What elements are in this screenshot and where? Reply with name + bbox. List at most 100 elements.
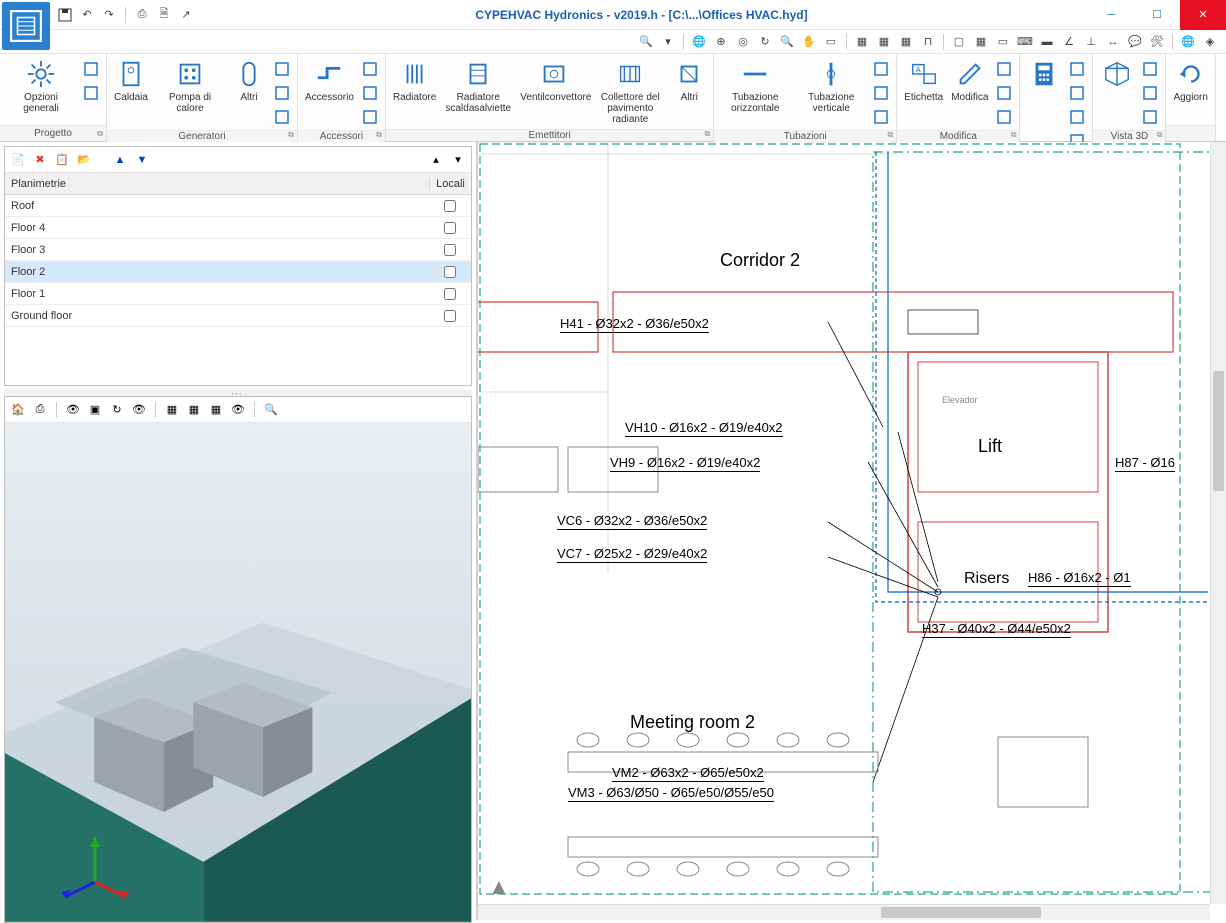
small-1[interactable]	[80, 58, 102, 80]
pipe-tag[interactable]: VH10 - Ø16x2 - Ø19/e40x2	[625, 420, 783, 437]
maximize-button[interactable]: ☐	[1134, 0, 1180, 30]
small-a1[interactable]	[359, 58, 381, 80]
accessorio[interactable]: Accessorio	[302, 56, 357, 105]
altri-gen[interactable]: Altri	[229, 56, 269, 105]
refresh-icon[interactable]: ↻	[755, 32, 775, 52]
floor-row[interactable]: Ground floor	[5, 305, 471, 327]
sc3[interactable]	[1066, 106, 1088, 128]
floor-row[interactable]: Floor 1	[5, 283, 471, 305]
vista3d[interactable]	[1097, 56, 1137, 94]
pipe-tag[interactable]: VM2 - Ø63x2 - Ø65/e50x2	[612, 765, 764, 782]
save-icon[interactable]	[56, 6, 74, 24]
radiatore[interactable]: Radiatore	[390, 56, 439, 105]
pipe-tag[interactable]: H87 - Ø16	[1115, 455, 1175, 472]
grid-icon[interactable]: ▦	[971, 32, 991, 52]
modifica[interactable]: Modifica	[948, 56, 991, 105]
vertical-scrollbar[interactable]	[1210, 142, 1226, 904]
floor-locali-checkbox[interactable]	[444, 288, 456, 300]
move-up-icon[interactable]: ▲	[111, 151, 129, 169]
move-down-icon[interactable]: ▼	[133, 151, 151, 169]
small-t1[interactable]	[870, 58, 892, 80]
small-a2[interactable]	[359, 82, 381, 104]
view3d-home-icon[interactable]: 🏠	[9, 401, 27, 419]
floor-row[interactable]: Roof	[5, 195, 471, 217]
help-globe-icon[interactable]: 🌐	[1178, 32, 1198, 52]
ruler-icon[interactable]: ▬	[1037, 32, 1057, 52]
pipe-tag[interactable]: VM3 - Ø63/Ø50 - Ø65/e50/Ø55/e50	[568, 785, 774, 802]
magnet-icon[interactable]: ⊓	[918, 32, 938, 52]
floor-row[interactable]: Floor 2	[5, 261, 471, 283]
pan-icon[interactable]: ✋	[799, 32, 819, 52]
view3d-rotate-icon[interactable]: ↻	[108, 401, 126, 419]
snap3-icon[interactable]: ▭	[993, 32, 1013, 52]
scalda[interactable]: Radiatore scaldasalviette	[441, 56, 515, 116]
floor-row[interactable]: Floor 4	[5, 217, 471, 239]
sc2[interactable]	[1066, 82, 1088, 104]
small-g2[interactable]	[271, 82, 293, 104]
floor-locali-checkbox[interactable]	[444, 310, 456, 322]
plan-view-pane[interactable]: Corridor 2LiftElevadorRisersMeeting room…	[478, 142, 1226, 920]
floor-locali-checkbox[interactable]	[444, 244, 456, 256]
minimize-button[interactable]: ─	[1088, 0, 1134, 30]
layer1-icon[interactable]: ▦	[852, 32, 872, 52]
tub-oriz[interactable]: Tubazione orizzontale	[718, 56, 792, 116]
nav-icon[interactable]: ⊕	[711, 32, 731, 52]
view3d-eye-icon[interactable]: 👁	[130, 401, 148, 419]
select-icon[interactable]: ▭	[821, 32, 841, 52]
small-g1[interactable]	[271, 58, 293, 80]
horizontal-scrollbar[interactable]	[478, 904, 1210, 920]
floor-locali-checkbox[interactable]	[444, 222, 456, 234]
find-icon[interactable]: 🔍	[636, 32, 656, 52]
view3d-l3-icon[interactable]: ▦	[207, 401, 225, 419]
copy-icon[interactable]: 📋	[53, 151, 71, 169]
pipe-tag[interactable]: H41 - Ø32x2 - Ø36/e50x2	[560, 316, 709, 333]
view3d-canvas[interactable]	[5, 423, 471, 922]
sm-m3[interactable]	[993, 106, 1015, 128]
view3d-print-icon[interactable]: ⎙	[31, 401, 49, 419]
floor-locali-checkbox[interactable]	[444, 200, 456, 212]
sv2[interactable]	[1139, 82, 1161, 104]
kbd-icon[interactable]: ⌨	[1015, 32, 1035, 52]
sm-m2[interactable]	[993, 82, 1015, 104]
floor-row[interactable]: Floor 3	[5, 239, 471, 261]
delete-icon[interactable]: ✖	[31, 151, 49, 169]
pipe-tag[interactable]: H86 - Ø16x2 - Ø1	[1028, 570, 1131, 587]
pipe-tag[interactable]: VC6 - Ø32x2 - Ø36/e50x2	[557, 513, 707, 530]
view3d-cube-icon[interactable]: ▣	[86, 401, 104, 419]
collettore[interactable]: Collettore del pavimento radiante	[593, 56, 667, 127]
close-button[interactable]: ✕	[1180, 0, 1226, 30]
dropdown-icon[interactable]: ▾	[658, 32, 678, 52]
expand-icon[interactable]: ▾	[449, 151, 467, 169]
folder-icon[interactable]: 📂	[75, 151, 93, 169]
new-icon[interactable]: 📄	[9, 151, 27, 169]
small-a3[interactable]	[359, 106, 381, 128]
redo-icon[interactable]: ↷	[100, 6, 118, 24]
collapse-icon[interactable]: ▴	[427, 151, 445, 169]
dim-icon[interactable]: ↔	[1103, 32, 1123, 52]
view3d-l1-icon[interactable]: ▦	[163, 401, 181, 419]
pipe-tag[interactable]: VH9 - Ø16x2 - Ø19/e40x2	[610, 455, 760, 472]
view3d-zoom-icon[interactable]: 🔍	[262, 401, 280, 419]
calc[interactable]	[1024, 56, 1064, 94]
pipe-tag[interactable]: H37 - Ø40x2 - Ø44/e50x2	[922, 621, 1071, 638]
view3d-persp-icon[interactable]: 👁	[64, 401, 82, 419]
small-2[interactable]	[80, 82, 102, 104]
pompa-calore[interactable]: Pompa di calore	[153, 56, 227, 116]
sm-m1[interactable]	[993, 58, 1015, 80]
small-g3[interactable]	[271, 106, 293, 128]
globe-icon[interactable]: 🌐	[689, 32, 709, 52]
ventil[interactable]: Ventilconvettore	[517, 56, 591, 105]
help-icon[interactable]: ◈	[1200, 32, 1220, 52]
layer3-icon[interactable]: ▦	[896, 32, 916, 52]
ortho-icon[interactable]: ⊥	[1081, 32, 1101, 52]
small-t3[interactable]	[870, 106, 892, 128]
pipe-tag[interactable]: VC7 - Ø25x2 - Ø29/e40x2	[557, 546, 707, 563]
export-icon[interactable]: ↗	[177, 6, 195, 24]
view3d-l2-icon[interactable]: ▦	[185, 401, 203, 419]
undo-icon[interactable]: ↶	[78, 6, 96, 24]
angle-icon[interactable]: ∠	[1059, 32, 1079, 52]
snap1-icon[interactable]: ▢	[949, 32, 969, 52]
etichetta[interactable]: AEtichetta	[901, 56, 946, 105]
opzioni-generali[interactable]: Opzioni generali	[4, 56, 78, 116]
view3d-hide-icon[interactable]: 👁	[229, 401, 247, 419]
